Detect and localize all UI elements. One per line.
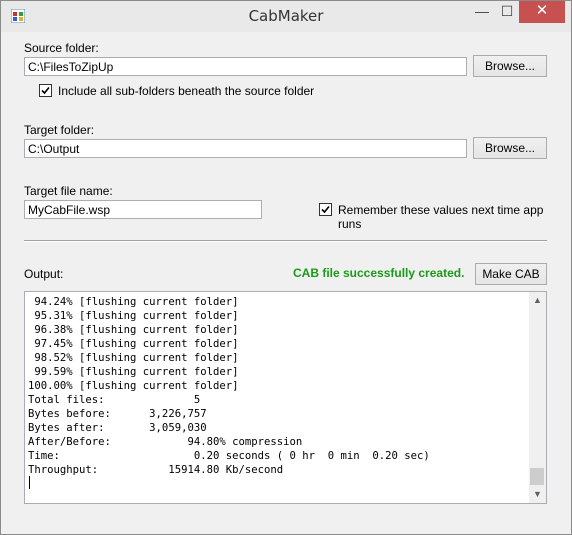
checkmark-icon xyxy=(321,205,330,214)
scroll-down-arrow-icon[interactable]: ▼ xyxy=(529,486,546,503)
scroll-thumb[interactable] xyxy=(530,468,544,485)
title-bar[interactable]: CabMaker — ☐ ✕ xyxy=(1,1,571,32)
close-button[interactable]: ✕ xyxy=(519,1,565,23)
output-line: Bytes after: 3,059,030 xyxy=(28,422,207,434)
output-line: Time: 0.20 seconds ( 0 hr 0 min 0.20 sec… xyxy=(28,450,430,462)
output-line: Total files: 5 xyxy=(28,394,201,406)
separator xyxy=(24,240,547,242)
output-line: 97.45% [flushing current folder] xyxy=(28,338,239,350)
include-subfolders-checkbox[interactable] xyxy=(39,84,52,97)
target-folder-label: Target folder: xyxy=(24,123,95,137)
scroll-up-arrow-icon[interactable]: ▲ xyxy=(529,292,546,309)
target-folder-input[interactable]: C:\Output xyxy=(24,139,467,158)
output-line: 96.38% [flushing current folder] xyxy=(28,324,239,336)
make-cab-button[interactable]: Make CAB xyxy=(475,263,547,285)
source-folder-input[interactable]: C:\FilesToZipUp xyxy=(24,57,467,76)
remember-values-label[interactable]: Remember these values next time app runs xyxy=(338,203,563,231)
status-message: CAB file successfully created. xyxy=(293,266,465,280)
output-label: Output: xyxy=(24,267,64,281)
output-line: 95.31% [flushing current folder] xyxy=(28,310,239,322)
output-line: 99.59% [flushing current folder] xyxy=(28,366,239,378)
output-line: 98.52% [flushing current folder] xyxy=(28,352,239,364)
output-line: 94.24% [flushing current folder] xyxy=(28,296,239,308)
source-folder-label: Source folder: xyxy=(24,41,99,55)
target-browse-button[interactable]: Browse... xyxy=(473,137,547,159)
output-log: 94.24% [flushing current folder] 95.31% … xyxy=(28,295,526,477)
cabmaker-window: CabMaker — ☐ ✕ Source folder: C:\FilesTo… xyxy=(0,0,572,535)
source-browse-button[interactable]: Browse... xyxy=(473,55,547,77)
remember-values-checkbox[interactable] xyxy=(319,203,332,216)
checkmark-icon xyxy=(41,86,50,95)
output-line: 100.00% [flushing current folder] xyxy=(28,380,239,392)
output-scrollbar[interactable]: ▲ ▼ xyxy=(529,292,546,503)
minimize-button[interactable]: — xyxy=(469,1,495,23)
maximize-button[interactable]: ☐ xyxy=(495,1,519,23)
output-line: After/Before: 94.80% compression xyxy=(28,436,303,448)
output-textarea[interactable]: 94.24% [flushing current folder] 95.31% … xyxy=(24,291,547,504)
form-body: Source folder: C:\FilesToZipUp Browse...… xyxy=(9,32,563,526)
target-file-name-input[interactable]: MyCabFile.wsp xyxy=(24,200,262,219)
output-line: Bytes before: 3,226,757 xyxy=(28,408,207,420)
include-subfolders-label[interactable]: Include all sub-folders beneath the sour… xyxy=(58,84,314,98)
text-caret xyxy=(29,476,30,489)
output-line: Throughput: 15914.80 Kb/second xyxy=(28,464,284,476)
target-file-name-label: Target file name: xyxy=(24,184,113,198)
